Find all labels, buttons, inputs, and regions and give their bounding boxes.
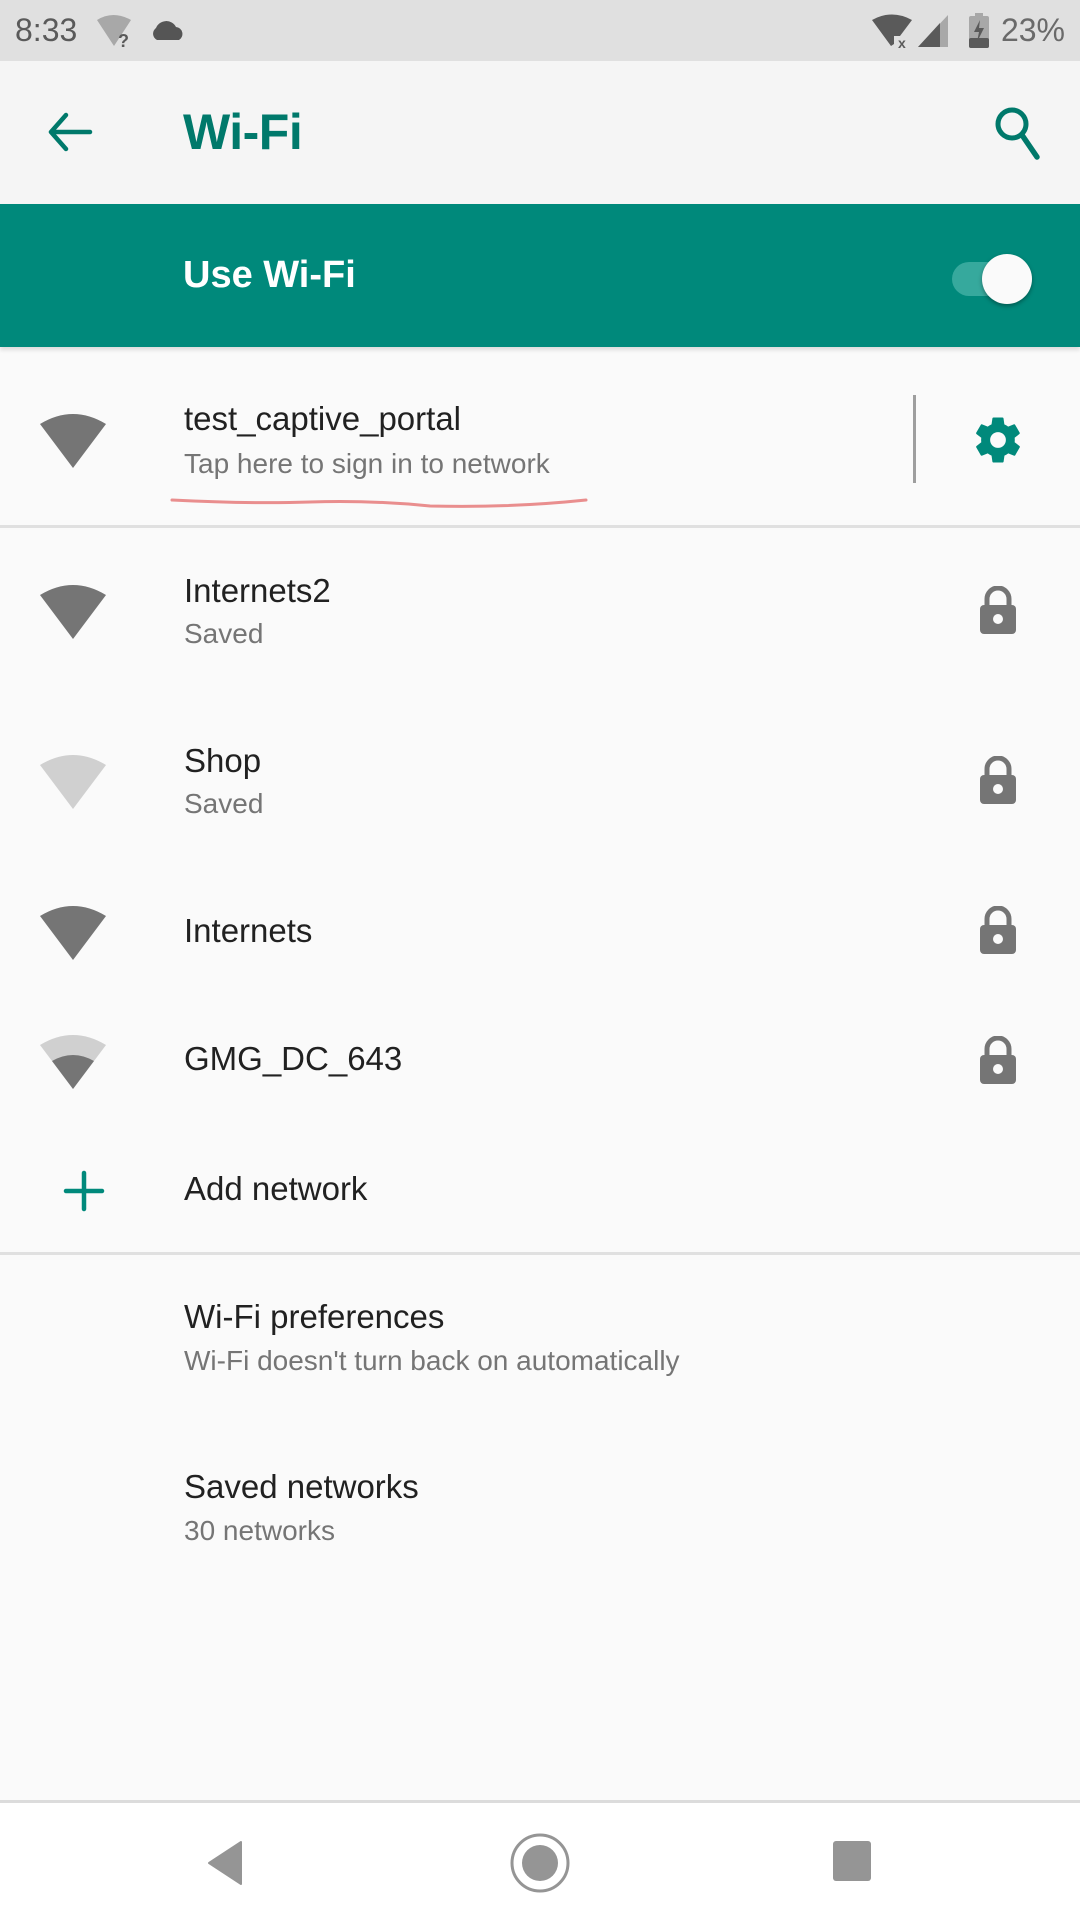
wifi-signal-medium-icon: [40, 1035, 106, 1089]
nav-back-icon[interactable]: [205, 1838, 245, 1888]
nav-home-icon[interactable]: [509, 1832, 571, 1894]
lock-icon: [980, 756, 1016, 804]
pref-title: Wi-Fi preferences: [184, 1298, 445, 1335]
use-wifi-label: Use Wi-Fi: [183, 254, 356, 296]
lock-icon: [980, 906, 1016, 954]
lock-icon: [980, 1036, 1016, 1084]
network-status: Tap here to sign in to network: [184, 448, 550, 479]
pref-title: Saved networks: [184, 1468, 419, 1505]
cell-signal-icon: [918, 15, 948, 47]
svg-text:x: x: [898, 35, 906, 48]
wifi-signal-empty-icon: [40, 755, 106, 809]
saved-networks-row[interactable]: Saved networks 30 networks: [0, 1425, 1080, 1595]
search-icon[interactable]: [992, 105, 1044, 161]
pref-summary: 30 networks: [184, 1515, 335, 1546]
battery-percent: 23%: [1000, 12, 1065, 48]
network-row[interactable]: GMG_DC_643: [0, 996, 1080, 1124]
connected-network-row[interactable]: test_captive_portal Tap here to sign in …: [0, 355, 1080, 525]
network-name: Internets: [184, 912, 313, 949]
cloud-icon: [153, 21, 183, 40]
plus-icon: [63, 1170, 105, 1212]
svg-text:?: ?: [118, 31, 129, 48]
use-wifi-switch-bar[interactable]: Use Wi-Fi: [0, 204, 1080, 347]
network-name: GMG_DC_643: [184, 1040, 403, 1077]
battery-charging-icon: [969, 13, 989, 48]
gear-icon[interactable]: [971, 413, 1025, 467]
network-row[interactable]: Internets: [0, 868, 1080, 996]
wifi-signal-full-icon: [40, 585, 106, 639]
add-network-row[interactable]: Add network: [0, 1124, 1080, 1252]
app-bar: Wi-Fi: [0, 61, 1080, 204]
back-arrow-icon[interactable]: [44, 107, 94, 157]
wifi-signal-full-icon: [40, 906, 106, 960]
network-status: Saved: [184, 788, 264, 819]
wifi-off-icon: x: [872, 14, 912, 48]
lock-icon: [980, 586, 1016, 634]
nav-recents-icon[interactable]: [832, 1840, 872, 1882]
status-time: 8:33: [15, 12, 78, 48]
network-row[interactable]: Shop Saved: [0, 698, 1080, 868]
network-name: Internets2: [184, 572, 331, 609]
toggle-thumb: [982, 254, 1032, 304]
wifi-question-icon: ?: [97, 15, 131, 48]
network-status: Saved: [184, 618, 264, 649]
network-row[interactable]: Internets2 Saved: [0, 528, 1080, 698]
add-network-label: Add network: [184, 1170, 368, 1207]
network-name: test_captive_portal: [184, 400, 462, 437]
pref-summary: Wi-Fi doesn't turn back on automatically: [184, 1345, 680, 1376]
page-title: Wi-Fi: [183, 104, 303, 160]
network-name: Shop: [184, 742, 262, 779]
wifi-signal-full-icon: [40, 414, 106, 468]
status-bar: 8:33 ? x 23%: [0, 0, 1080, 61]
wifi-preferences-row[interactable]: Wi-Fi preferences Wi-Fi doesn't turn bac…: [0, 1255, 1080, 1425]
navigation-bar: [0, 1800, 1080, 1923]
annotation-underline: [170, 498, 588, 508]
settings-divider: [913, 395, 916, 483]
wifi-toggle[interactable]: [948, 254, 1032, 304]
